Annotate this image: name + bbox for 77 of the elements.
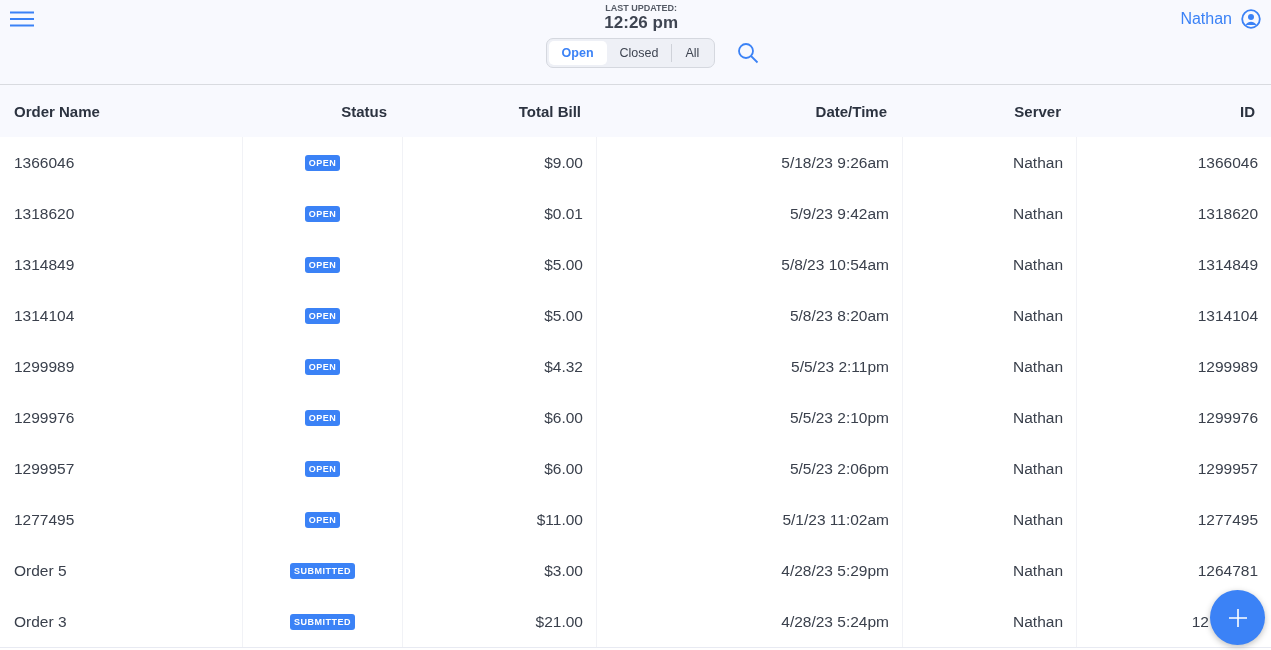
column-header: Total Bill bbox=[517, 102, 582, 120]
table-cell: 1314104 bbox=[14, 306, 75, 325]
table-cell: 1299989 bbox=[14, 357, 75, 376]
table-cell: 1299989 bbox=[1197, 357, 1258, 376]
column-header: ID bbox=[1239, 102, 1256, 120]
table-cell: Nathan bbox=[1013, 153, 1063, 172]
plus-icon bbox=[1228, 608, 1247, 627]
table-cell: 5/5/23 2:11pm bbox=[791, 357, 889, 376]
table-cell: $6.00 bbox=[544, 459, 583, 478]
table-cell: 1314849 bbox=[14, 255, 75, 274]
search-icon[interactable] bbox=[737, 42, 760, 64]
status-badge: OPEN bbox=[304, 154, 341, 171]
table-cell: 1264781 bbox=[1197, 561, 1258, 580]
table-cell: Order 3 bbox=[14, 612, 67, 631]
table-cell: 5/18/23 9:26am bbox=[781, 153, 889, 172]
status-badge: SUBMITTED bbox=[290, 613, 355, 630]
table-cell: $5.00 bbox=[544, 255, 583, 274]
status-badge: OPEN bbox=[304, 256, 341, 273]
table-cell: 1314849 bbox=[1197, 255, 1258, 274]
status-badge: SUBMITTED bbox=[290, 562, 355, 579]
add-order-button[interactable] bbox=[1210, 590, 1265, 645]
table-cell: Nathan bbox=[1013, 204, 1063, 223]
table-cell: 1277495 bbox=[14, 510, 75, 529]
table-cell: $9.00 bbox=[544, 153, 583, 172]
status-badge: OPEN bbox=[304, 358, 341, 375]
table-cell: 5/8/23 10:54am bbox=[781, 255, 889, 274]
table-cell: $5.00 bbox=[544, 306, 583, 325]
last-updated-label: LAST UPDATED: bbox=[605, 3, 678, 13]
table-cell: 5/8/23 8:20am bbox=[789, 306, 889, 325]
table-cell: 1314104 bbox=[1197, 306, 1258, 325]
table-cell: 4/28/23 5:29pm bbox=[781, 561, 889, 580]
table-cell: 5/9/23 9:42am bbox=[789, 204, 889, 223]
column-header: Order Name bbox=[13, 102, 101, 120]
table-cell: 12 bbox=[1191, 612, 1209, 631]
status-badge: OPEN bbox=[304, 205, 341, 222]
table-cell: Nathan bbox=[1013, 561, 1063, 580]
table-cell: 1318620 bbox=[1197, 204, 1258, 223]
column-header: Date/Time bbox=[814, 102, 888, 120]
table-cell: 1277495 bbox=[1197, 510, 1258, 529]
table-cell: 1299976 bbox=[1197, 408, 1258, 427]
filter-tab[interactable]: All bbox=[671, 44, 713, 62]
table-cell: $3.00 bbox=[544, 561, 583, 580]
status-badge: OPEN bbox=[304, 511, 341, 528]
column-header: Status bbox=[340, 102, 388, 120]
table-cell: $21.00 bbox=[535, 612, 583, 631]
user-avatar-icon[interactable] bbox=[1241, 9, 1261, 29]
table-cell: 1366046 bbox=[1197, 153, 1258, 172]
table-cell: 5/5/23 2:10pm bbox=[789, 408, 889, 427]
filter-tab[interactable]: Closed bbox=[606, 41, 672, 65]
table-cell: Nathan bbox=[1013, 459, 1063, 478]
status-badge: OPEN bbox=[304, 409, 341, 426]
menu-icon[interactable] bbox=[10, 11, 34, 27]
table-cell: Order 5 bbox=[14, 561, 67, 580]
table-cell: 1299957 bbox=[1197, 459, 1258, 478]
table-cell: Nathan bbox=[1013, 408, 1063, 427]
table-cell: 1299976 bbox=[14, 408, 75, 427]
table-cell: 1299957 bbox=[14, 459, 75, 478]
table-cell: $4.32 bbox=[544, 357, 583, 376]
table-cell: $11.00 bbox=[536, 510, 583, 529]
status-badge: OPEN bbox=[304, 307, 341, 324]
table-cell: Nathan bbox=[1013, 510, 1063, 529]
table-cell: 5/5/23 2:06pm bbox=[789, 459, 889, 478]
table-cell: Nathan bbox=[1013, 306, 1063, 325]
column-header: Server bbox=[1013, 102, 1062, 120]
filter-tab[interactable]: Open bbox=[548, 41, 607, 65]
status-badge: OPEN bbox=[304, 460, 341, 477]
table-cell: $0.01 bbox=[544, 204, 583, 223]
table-cell: Nathan bbox=[1013, 255, 1063, 274]
table-cell: 1366046 bbox=[14, 153, 75, 172]
table-cell: 1318620 bbox=[14, 204, 75, 223]
table-cell: Nathan bbox=[1013, 357, 1063, 376]
user-name[interactable]: Nathan bbox=[1180, 10, 1232, 28]
table-cell: 5/1/23 11:02am bbox=[782, 510, 889, 529]
table-cell: $6.00 bbox=[544, 408, 583, 427]
last-updated-time: 12:26 pm bbox=[604, 13, 679, 33]
table-cell: Nathan bbox=[1013, 612, 1063, 631]
table-cell: 4/28/23 5:24pm bbox=[781, 612, 889, 631]
